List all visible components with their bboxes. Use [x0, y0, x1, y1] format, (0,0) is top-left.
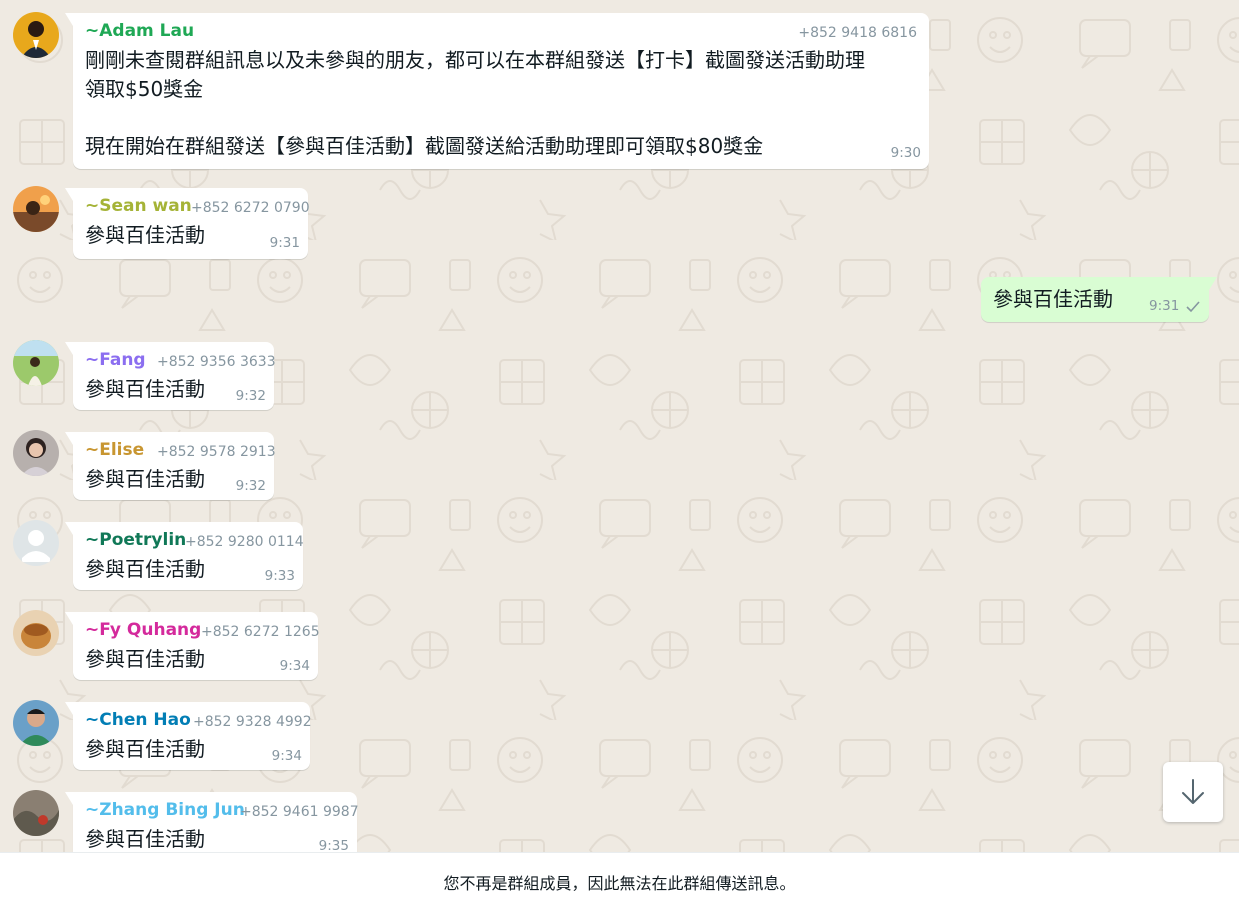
- message-bubble[interactable]: ~Sean wan +852 6272 0790 參與百佳活動 9:31: [65, 188, 310, 259]
- message-bubble[interactable]: ~Fy Quhang +852 6272 1265 參與百佳活動 9:34: [65, 612, 320, 680]
- avatar-sean-wan[interactable]: [13, 186, 59, 232]
- not-member-notice: 您不再是群組成員，因此無法在此群組傳送訊息。: [0, 852, 1239, 910]
- message-time: 9:34: [279, 658, 310, 674]
- sender-phone: +852 6272 1265: [201, 624, 320, 640]
- sender-name[interactable]: ~Poetrylin: [85, 530, 186, 550]
- message-time: 9:32: [235, 478, 266, 494]
- message-time: 9:32: [235, 388, 266, 404]
- avatar-fy-quhang[interactable]: [13, 610, 59, 656]
- message-text: 參與百佳活動: [85, 737, 205, 761]
- message-bubble[interactable]: ~Chen Hao +852 9328 4992 參與百佳活動 9:34: [65, 702, 312, 770]
- sender-name[interactable]: ~Chen Hao: [85, 710, 191, 730]
- notice-text: 您不再是群組成員，因此無法在此群組傳送訊息。: [443, 874, 796, 893]
- sender-phone: +852 9356 3633: [157, 354, 276, 370]
- message-text: 參與百佳活動: [85, 557, 205, 581]
- sender-name[interactable]: ~Fang: [85, 350, 146, 370]
- sender-name[interactable]: ~Elise: [85, 440, 144, 460]
- message-bubble[interactable]: ~Zhang Bing Jun +852 9461 9987 參與百佳活動 9:…: [65, 792, 359, 852]
- message-text: 領取$50獎金: [85, 77, 204, 101]
- sender-name[interactable]: ~Zhang Bing Jun: [85, 800, 245, 820]
- message-text: 參與百佳活動: [993, 287, 1113, 311]
- message-text: 現在開始在群組發送【參與百佳活動】截圖發送給活動助理即可領取$80獎金: [85, 134, 764, 158]
- message-text: 參與百佳活動: [85, 377, 205, 401]
- message-text: 剛剛未查閱群組訊息以及未參與的朋友，都可以在本群組發送【打卡】截圖發送活動助理: [85, 48, 865, 72]
- message-time: 9:31: [269, 235, 300, 251]
- message-time: 9:30: [890, 145, 921, 161]
- message-bubble[interactable]: ~Fang +852 9356 3633 參與百佳活動 9:32: [65, 342, 276, 410]
- message-bubble[interactable]: ~Elise +852 9578 2913 參與百佳活動 9:32: [65, 432, 276, 500]
- message-text: 參與百佳活動: [85, 827, 205, 851]
- avatar-zhang-bing-jun[interactable]: [13, 790, 59, 836]
- scroll-to-bottom-button[interactable]: [1163, 762, 1223, 822]
- sender-phone: +852 9418 6816: [798, 25, 917, 41]
- avatar-chen-hao[interactable]: [13, 700, 59, 746]
- sender-name[interactable]: ~Fy Quhang: [85, 620, 201, 640]
- single-check-icon: [1186, 301, 1200, 313]
- sender-phone: +852 9328 4992: [193, 714, 312, 730]
- arrow-down-icon: [1182, 779, 1204, 804]
- sender-phone: +852 9461 9987: [240, 804, 359, 820]
- message-text: 參與百佳活動: [85, 223, 205, 247]
- avatar-poetrylin[interactable]: [13, 520, 59, 566]
- message-bubble[interactable]: ~Poetrylin +852 9280 0114 參與百佳活動 9:33: [65, 522, 304, 590]
- sender-phone: +852 9280 0114: [185, 534, 304, 550]
- message-time: 9:34: [271, 748, 302, 764]
- sender-name[interactable]: ~Sean wan: [85, 196, 192, 216]
- message-text: 參與百佳活動: [85, 467, 205, 491]
- avatar-elise[interactable]: [13, 430, 59, 476]
- message-time: 9:35: [318, 838, 349, 852]
- sender-phone: +852 6272 0790: [191, 200, 310, 216]
- outgoing-message-bubble[interactable]: 參與百佳活動 9:31: [981, 277, 1217, 322]
- avatar-fang[interactable]: [13, 340, 59, 386]
- sender-phone: +852 9578 2913: [157, 444, 276, 460]
- avatar-adam-lau[interactable]: [13, 12, 59, 58]
- message-time: 9:33: [264, 568, 295, 584]
- message-list[interactable]: ~Adam Lau +852 9418 6816 剛剛未查閱群組訊息以及未參與的…: [0, 0, 1239, 852]
- message-time: 9:31: [1149, 298, 1180, 314]
- message-text: 參與百佳活動: [85, 647, 205, 671]
- chat-window: ~Adam Lau +852 9418 6816 剛剛未查閱群組訊息以及未參與的…: [0, 0, 1239, 910]
- sender-name[interactable]: ~Adam Lau: [85, 21, 194, 41]
- message-bubble[interactable]: ~Adam Lau +852 9418 6816 剛剛未查閱群組訊息以及未參與的…: [65, 13, 929, 169]
